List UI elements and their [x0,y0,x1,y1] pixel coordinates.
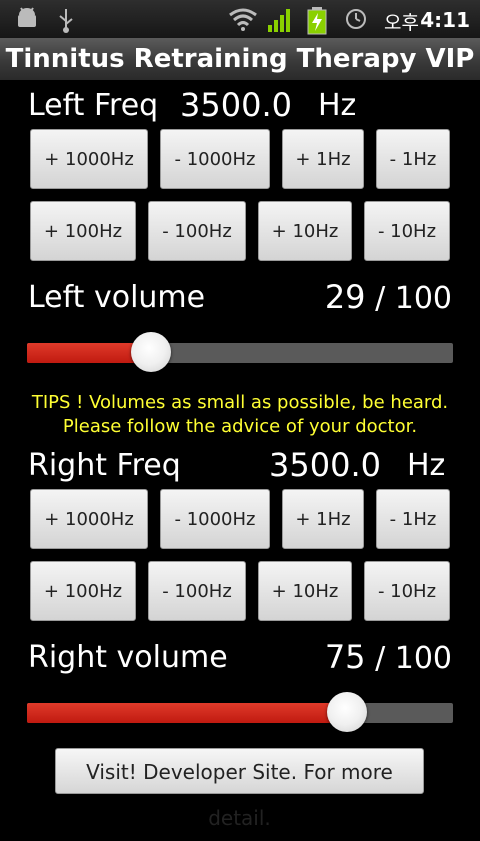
right-volume-slider[interactable] [27,692,453,732]
app-title: Tinnitus Retraining Therapy VIP [0,38,480,80]
left-freq-value: 3500.0 [180,86,292,124]
right-volume-separator: / [375,641,386,676]
left-volume-separator: / [375,281,386,316]
android-debug-icon [18,7,36,27]
left-volume-value: 29 [324,278,366,316]
right-volume-value: 75 [324,638,366,676]
left-minus-100hz-button[interactable]: - 100Hz [148,201,246,261]
right-freq-label: Right Freq [28,448,181,483]
right-minus-100hz-button[interactable]: - 100Hz [148,561,246,621]
signal-icon [268,9,290,32]
wifi-icon [229,8,257,31]
status-time: 4:11 [420,8,470,32]
left-minus-1000hz-button[interactable]: - 1000Hz [160,129,270,189]
right-minus-10hz-button[interactable]: - 10Hz [364,561,450,621]
right-volume-thumb[interactable] [326,692,367,732]
left-freq-label: Left Freq [28,88,159,123]
battery-charging-icon [307,7,327,35]
left-volume-readout: 29 / 100 [325,278,452,316]
left-volume-slider[interactable] [27,332,453,372]
right-volume-fill [27,703,347,723]
right-plus-1hz-button[interactable]: + 1Hz [282,489,364,549]
left-volume-label: Left volume [28,280,206,315]
right-volume-readout: 75 / 100 [325,638,452,676]
status-bar: 오후 4:11 [0,0,480,38]
left-minus-10hz-button[interactable]: - 10Hz [364,201,450,261]
tips-line-1: TIPS ! Volumes as small as possible, be … [31,392,449,413]
right-plus-10hz-button[interactable]: + 10Hz [258,561,352,621]
tips-line-2: Please follow the advice of your doctor. [62,416,418,437]
left-volume-thumb[interactable] [130,332,171,372]
left-plus-1hz-button[interactable]: + 1Hz [282,129,364,189]
left-minus-1hz-button[interactable]: - 1Hz [376,129,450,189]
status-ampm: 오후 [384,12,419,34]
right-plus-100hz-button[interactable]: + 100Hz [30,561,136,621]
right-plus-1000hz-button[interactable]: + 1000Hz [30,489,148,549]
left-volume-max: 100 [394,281,452,316]
left-plus-1000hz-button[interactable]: + 1000Hz [30,129,148,189]
right-minus-1000hz-button[interactable]: - 1000Hz [160,489,270,549]
left-plus-10hz-button[interactable]: + 10Hz [258,201,352,261]
right-minus-1hz-button[interactable]: - 1Hz [376,489,450,549]
right-freq-value: 3500.0 [269,446,381,484]
right-freq-unit: Hz [407,448,446,483]
usb-icon [59,9,73,33]
right-volume-max: 100 [394,641,452,676]
right-volume-label: Right volume [28,640,228,675]
left-freq-unit: Hz [318,88,357,123]
left-plus-100hz-button[interactable]: + 100Hz [30,201,136,261]
alarm-icon [346,9,366,29]
developer-site-button[interactable]: Visit! Developer Site. For more detail. [55,748,424,830]
